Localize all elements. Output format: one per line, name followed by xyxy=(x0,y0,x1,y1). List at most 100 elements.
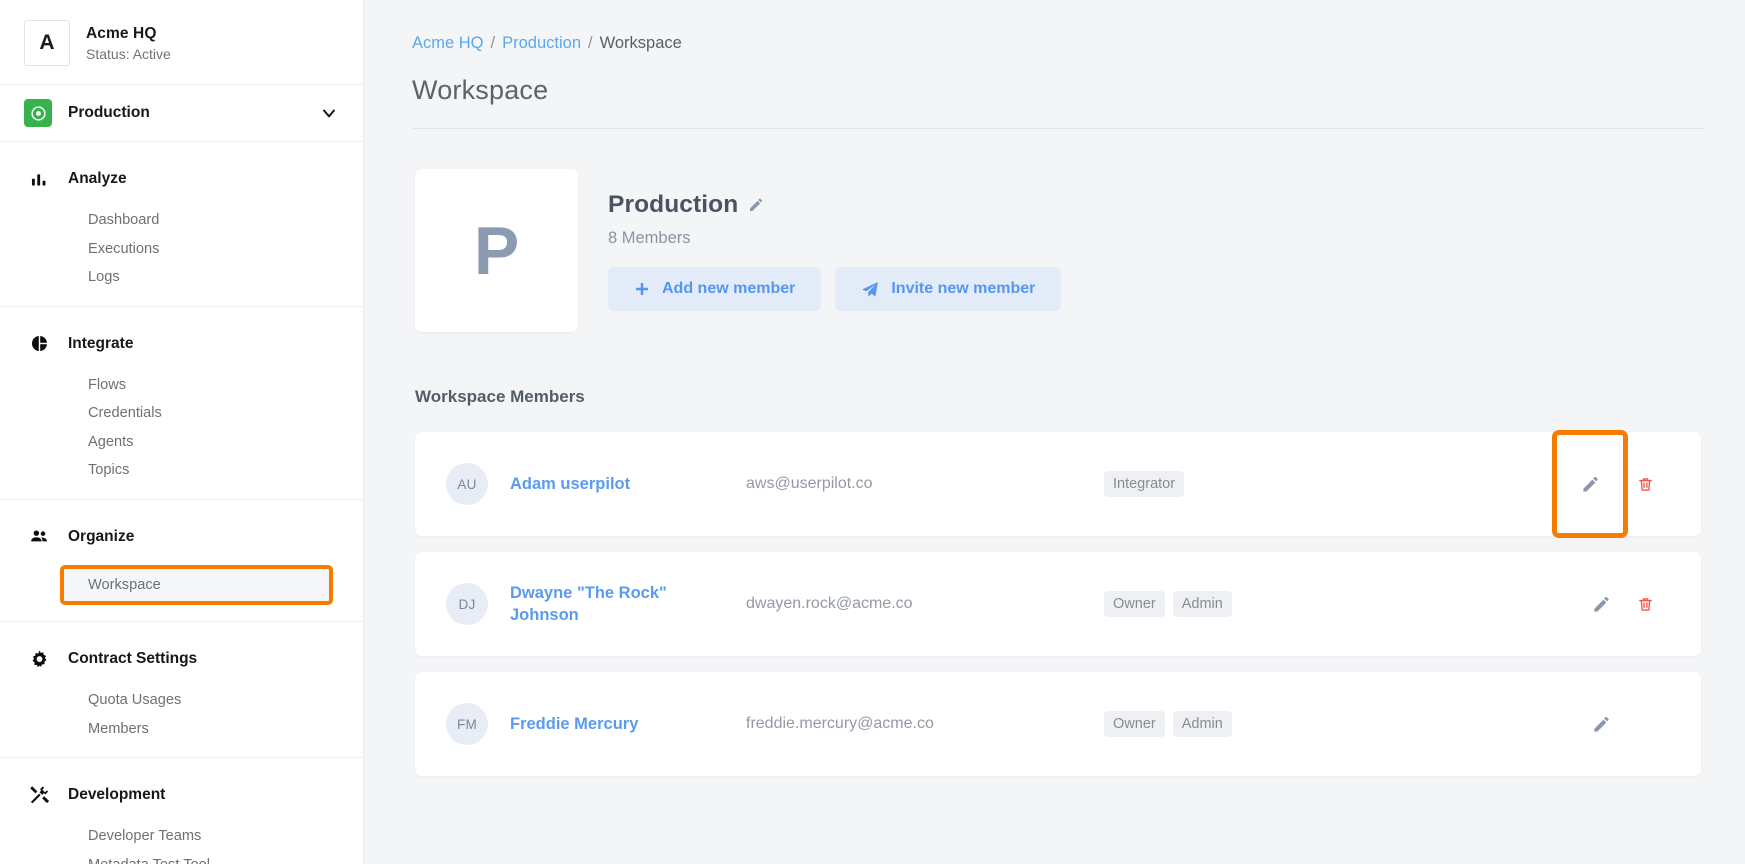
sidebar-item-executions[interactable]: Executions xyxy=(0,235,363,264)
breadcrumb-item-acme-hq[interactable]: Acme HQ xyxy=(412,34,484,53)
pencil-icon[interactable] xyxy=(748,197,764,213)
invite-new-member-button[interactable]: Invite new member xyxy=(835,267,1062,311)
nav-links-integrate: Flows Credentials Agents Topics xyxy=(0,361,363,485)
row-actions xyxy=(1579,582,1667,626)
org-status: Status: Active xyxy=(86,45,171,62)
sidebar-item-agents[interactable]: Agents xyxy=(0,428,363,457)
table-row[interactable]: AU Adam userpilot aws@userpilot.co Integ… xyxy=(415,430,1701,538)
nav-label-integrate: Integrate xyxy=(68,334,134,352)
workspace-meta: Production 8 Members Add new member Invi… xyxy=(608,169,1062,332)
plus-icon xyxy=(634,281,650,297)
sidebar-item-members[interactable]: Members xyxy=(0,715,363,744)
chevron-down-icon[interactable] xyxy=(319,103,339,123)
table-row[interactable]: FM Freddie Mercury freddie.mercury@acme.… xyxy=(415,672,1701,776)
nav-header-contract-settings[interactable]: Contract Settings xyxy=(0,642,363,676)
sidebar-item-dashboard[interactable]: Dashboard xyxy=(0,206,363,235)
member-email: aws@userpilot.co xyxy=(746,475,873,492)
delete-action-placeholder xyxy=(1623,702,1667,746)
member-email: freddie.mercury@acme.co xyxy=(746,715,934,732)
bar-chart-icon xyxy=(24,170,54,189)
invite-new-member-label: Invite new member xyxy=(891,280,1036,297)
nav-group-integrate: Integrate Flows Credentials Agents Topic… xyxy=(0,307,363,500)
gear-icon xyxy=(24,649,54,670)
sidebar-item-topics[interactable]: Topics xyxy=(0,456,363,485)
status-badge: Owner xyxy=(1104,591,1165,617)
sidebar-item-workspace[interactable]: Workspace xyxy=(60,564,333,605)
member-name[interactable]: Adam userpilot xyxy=(510,473,720,495)
member-roles: Owner Admin xyxy=(1104,591,1579,617)
trash-icon xyxy=(1637,596,1654,613)
people-icon xyxy=(24,526,54,547)
main-content: Acme HQ / Production / Workspace Workspa… xyxy=(364,0,1745,864)
edit-member-button[interactable] xyxy=(1579,702,1623,746)
environment-name: Production xyxy=(68,104,150,121)
nav-label-contract-settings: Contract Settings xyxy=(68,650,198,667)
sidebar-item-flows[interactable]: Flows xyxy=(0,371,363,400)
workspace-avatar: P xyxy=(415,169,578,332)
delete-member-button[interactable] xyxy=(1623,582,1667,626)
avatar: AU xyxy=(446,463,488,505)
nav-links-contract-settings: Quota Usages Members xyxy=(0,676,363,743)
nav-links-analyze: Dashboard Executions Logs xyxy=(0,196,363,292)
sidebar-item-metadata-test-tool[interactable]: Metadata Test Tool xyxy=(0,851,363,864)
edit-member-button[interactable] xyxy=(1579,582,1623,626)
nav-label-analyze: Analyze xyxy=(68,170,127,187)
breadcrumb-item-production[interactable]: Production xyxy=(502,34,581,53)
status-badge: Integrator xyxy=(1104,471,1185,497)
org-header[interactable]: A Acme HQ Status: Active xyxy=(0,0,363,85)
add-new-member-button[interactable]: Add new member xyxy=(608,267,822,311)
member-email: dwayen.rock@acme.co xyxy=(746,595,913,612)
nav-group-organize: Organize Workspace xyxy=(0,500,363,622)
avatar: DJ xyxy=(446,583,488,625)
sidebar-item-credentials[interactable]: Credentials xyxy=(0,399,363,428)
nav-header-analyze[interactable]: Analyze xyxy=(0,162,363,196)
member-roles: Integrator xyxy=(1104,471,1557,497)
pencil-icon xyxy=(1592,715,1611,734)
target-circle-icon xyxy=(24,99,52,127)
add-new-member-label: Add new member xyxy=(662,280,796,297)
members-section-heading: Workspace Members xyxy=(415,387,585,406)
nav-label-organize: Organize xyxy=(68,527,135,545)
sidebar-item-logs[interactable]: Logs xyxy=(0,263,363,292)
nav-links-organize: Workspace xyxy=(0,554,363,605)
members-list: AU Adam userpilot aws@userpilot.co Integ… xyxy=(412,430,1705,776)
member-roles: Owner Admin xyxy=(1104,711,1579,737)
trash-icon xyxy=(1637,476,1654,493)
environment-selector[interactable]: Production xyxy=(0,85,363,142)
sidebar: A Acme HQ Status: Active Production Anal… xyxy=(0,0,364,864)
nav-header-development[interactable]: Development xyxy=(0,778,363,812)
org-name: Acme HQ xyxy=(86,24,157,42)
nav-group-contract-settings: Contract Settings Quota Usages Members xyxy=(0,622,363,758)
table-row[interactable]: DJ Dwayne "The Rock" Johnson dwayen.rock… xyxy=(415,552,1701,656)
avatar: FM xyxy=(446,703,488,745)
pencil-icon xyxy=(1592,595,1611,614)
member-name[interactable]: Dwayne "The Rock" Johnson xyxy=(510,582,720,626)
status-badge: Owner xyxy=(1104,711,1165,737)
sidebar-item-quota-usages[interactable]: Quota Usages xyxy=(0,686,363,715)
app-root: A Acme HQ Status: Active Production Anal… xyxy=(0,0,1745,864)
delete-member-button[interactable] xyxy=(1623,462,1667,506)
sidebar-nav: Analyze Dashboard Executions Logs Integr… xyxy=(0,142,363,864)
workspace-header: P Production 8 Members Add new member In… xyxy=(412,129,1705,332)
page-title: Workspace xyxy=(412,75,549,105)
workspace-name-row: Production xyxy=(608,191,1061,219)
nav-group-development: Development Developer Teams Metadata Tes… xyxy=(0,758,363,864)
tools-icon xyxy=(24,784,54,806)
nav-header-organize[interactable]: Organize xyxy=(0,520,363,554)
workspace-name: Production xyxy=(608,191,739,218)
status-badge: Admin xyxy=(1172,711,1232,737)
nav-header-integrate[interactable]: Integrate xyxy=(0,327,363,361)
row-actions xyxy=(1579,702,1667,746)
sidebar-item-developer-teams[interactable]: Developer Teams xyxy=(0,822,363,851)
nav-links-development: Developer Teams Metadata Test Tool xyxy=(0,812,363,864)
breadcrumb-separator-2: / xyxy=(588,34,593,52)
member-name[interactable]: Freddie Mercury xyxy=(510,713,720,735)
org-text: Acme HQ Status: Active xyxy=(86,25,171,62)
nav-group-analyze: Analyze Dashboard Executions Logs xyxy=(0,142,363,307)
org-avatar: A xyxy=(24,20,70,66)
row-actions xyxy=(1552,430,1667,538)
workspace-member-count: 8 Members xyxy=(608,229,691,247)
edit-member-button[interactable] xyxy=(1552,430,1628,538)
breadcrumb: Acme HQ / Production / Workspace xyxy=(412,34,1705,53)
nav-label-development: Development xyxy=(68,786,166,803)
